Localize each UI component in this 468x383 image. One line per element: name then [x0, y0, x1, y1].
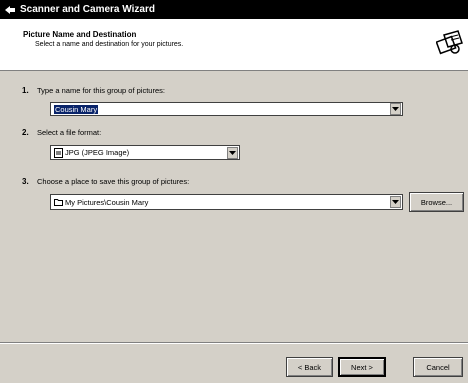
browse-button[interactable]: Browse... [409, 192, 464, 212]
save-location-combobox[interactable]: My Pictures\Cousin Mary [50, 194, 403, 210]
back-button[interactable]: < Back [286, 357, 333, 377]
picture-name-value: Cousin Mary [54, 104, 99, 114]
window-title: Scanner and Camera Wizard [20, 4, 155, 15]
folder-icon [54, 199, 63, 206]
page-subtitle: Select a name and destination for your p… [35, 41, 184, 48]
save-location-value: My Pictures\Cousin Mary [65, 197, 149, 207]
title-bar[interactable]: Scanner and Camera Wizard [0, 0, 468, 19]
chevron-down-icon[interactable] [227, 146, 238, 159]
wizard-header: Picture Name and Destination Select a na… [0, 19, 468, 71]
step-3-label: Choose a place to save this group of pic… [37, 177, 190, 186]
step-3-number: 3. [22, 177, 29, 186]
file-format-value: JPG (JPEG Image) [65, 148, 130, 157]
picture-name-combobox[interactable]: Cousin Mary [50, 102, 403, 116]
chevron-down-icon[interactable] [390, 103, 401, 115]
footer-divider [0, 342, 468, 344]
wizard-icon [3, 3, 17, 17]
scanner-camera-icon [436, 30, 463, 55]
page-title: Picture Name and Destination [23, 30, 137, 39]
cancel-button[interactable]: Cancel [413, 357, 463, 377]
step-1-number: 1. [22, 86, 29, 95]
next-button[interactable]: Next > [338, 357, 386, 377]
step-2-label: Select a file format: [37, 128, 102, 137]
wizard-window: Scanner and Camera Wizard Picture Name a… [0, 0, 468, 383]
image-file-icon [54, 147, 63, 158]
step-2-number: 2. [22, 128, 29, 137]
step-1-label: Type a name for this group of pictures: [37, 86, 165, 95]
chevron-down-icon[interactable] [390, 196, 401, 208]
file-format-select[interactable]: JPG (JPEG Image) [50, 145, 240, 160]
